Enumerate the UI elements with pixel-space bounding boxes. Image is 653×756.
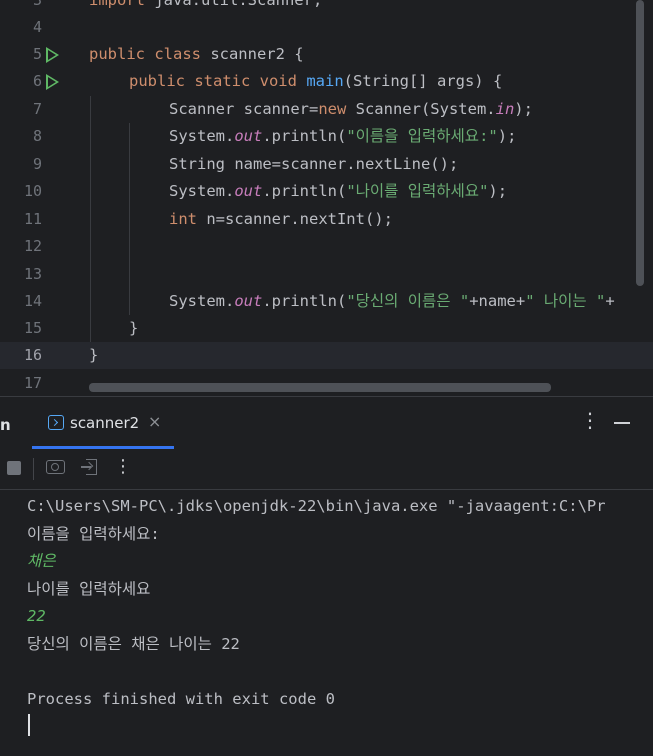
editor-line[interactable]: 15 } [0, 315, 653, 342]
code-text: import java.util.Scanner; [89, 0, 323, 9]
vertical-scrollbar[interactable] [636, 0, 644, 286]
line-number: 6 [32, 72, 42, 90]
screenshot-icon[interactable] [46, 460, 65, 474]
editor-line[interactable]: 3 import java.util.Scanner; [0, 0, 653, 14]
tab-scanner2[interactable]: scanner2 × [32, 402, 174, 449]
text-caret [28, 714, 30, 736]
line-number: 8 [32, 127, 42, 145]
console-line: 이름을 입력하세요: [27, 525, 160, 543]
toolbar-divider [33, 458, 34, 480]
editor-line[interactable]: 13 [0, 261, 653, 288]
code-text: int n=scanner.nextInt(); [169, 210, 393, 228]
line-number: 12 [23, 237, 42, 255]
restore-layout-icon[interactable] [81, 459, 97, 475]
code-text: public class scanner2 { [89, 45, 304, 63]
code-text: public static void main(String[] args) { [129, 72, 503, 90]
horizontal-scrollbar[interactable] [89, 383, 551, 392]
line-number: 14 [23, 292, 42, 310]
editor-line[interactable]: 10 System.out.println("나이를 입력하세요"); [0, 178, 653, 205]
code-text: String name=scanner.nextLine(); [169, 155, 459, 173]
code-text: System.out.println("이름을 입력하세요:"); [169, 127, 517, 145]
editor-line[interactable]: 9 String name=scanner.nextLine(); [0, 151, 653, 178]
editor-line[interactable]: 8 System.out.println("이름을 입력하세요:"); [0, 123, 653, 150]
line-number: 4 [32, 18, 42, 36]
run-gutter-icon[interactable] [46, 74, 59, 90]
indent-guide [129, 123, 130, 315]
run-gutter-icon[interactable] [46, 47, 59, 63]
editor-line[interactable]: 7 Scanner scanner=new Scanner(System.in)… [0, 96, 653, 123]
line-number: 10 [23, 182, 42, 200]
close-icon[interactable]: × [148, 412, 161, 431]
indent-guide [90, 96, 91, 342]
more-icon[interactable]: ⋮ [580, 408, 600, 432]
code-text: System.out.println("나이를 입력하세요"); [169, 182, 508, 200]
line-number: 3 [32, 0, 42, 9]
line-number: 13 [23, 265, 42, 283]
code-text: Scanner scanner=new Scanner(System.in); [169, 100, 533, 118]
minimize-icon[interactable] [614, 422, 630, 424]
line-number: 16 [23, 346, 42, 364]
line-number: 15 [23, 319, 42, 337]
console-input-line: 채은 [27, 552, 56, 570]
more-icon[interactable]: ⋮ [114, 456, 132, 477]
console-line: Process finished with exit code 0 [27, 690, 335, 708]
editor-line[interactable]: 4 [0, 14, 653, 41]
line-number: 11 [23, 210, 42, 228]
console-line: 나이를 입력하세요 [27, 580, 151, 598]
console-line: C:\Users\SM-PC\.jdks\openjdk-22\bin\java… [27, 497, 606, 515]
run-toolbar [0, 449, 653, 489]
code-text: System.out.println("당신의 이름은 "+name+" 나이는… [169, 292, 615, 310]
editor-line[interactable]: 6 public static void main(String[] args)… [0, 68, 653, 95]
code-text: } [89, 346, 99, 364]
editor-line[interactable]: 12 [0, 233, 653, 260]
editor-line[interactable]: 14 System.out.println("당신의 이름은 "+name+" … [0, 288, 653, 315]
editor-line[interactable]: 5 public class scanner2 { [0, 41, 653, 68]
line-number: 7 [32, 100, 42, 118]
editor-line[interactable]: 11 int n=scanner.nextInt(); [0, 206, 653, 233]
line-number: 5 [32, 45, 42, 63]
editor-line-current[interactable]: 16 } [0, 342, 653, 369]
console-input-line: 22 [27, 607, 46, 625]
console-line: 당신의 이름은 채은 나이는 22 [27, 635, 240, 653]
line-number: 9 [32, 155, 42, 173]
run-panel-title-fragment[interactable]: n [0, 416, 11, 434]
line-number: 17 [23, 374, 42, 392]
console-tab-icon [48, 415, 64, 430]
tab-label: scanner2 [70, 414, 140, 432]
code-editor[interactable]: 3 import java.util.Scanner; 4 5 public c… [0, 0, 653, 396]
stop-icon[interactable] [7, 461, 21, 475]
code-text: } [129, 319, 139, 337]
